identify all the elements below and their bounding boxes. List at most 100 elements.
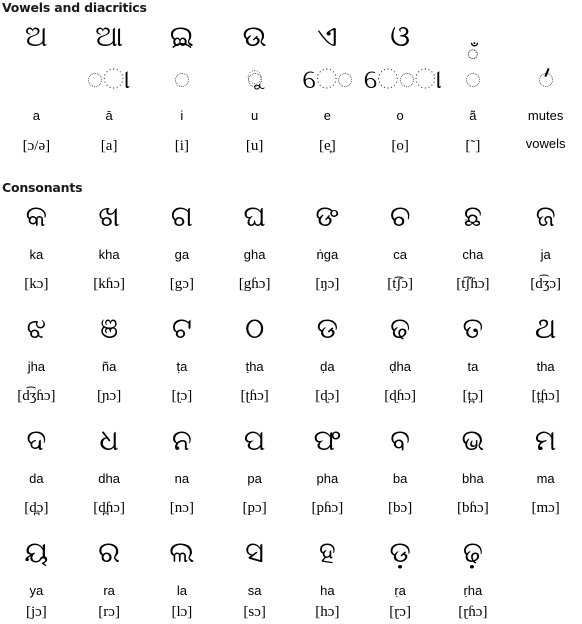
consonant-ipa: [lɔ] [171, 604, 193, 620]
consonant-romanization: tha [536, 359, 555, 374]
consonant-ipa: [d͡ʒɔ] [530, 276, 562, 292]
consonant-ipa: [rɔ] [98, 604, 120, 620]
consonant-letter: ଡ଼ [389, 535, 411, 569]
consonant-romanization-row: ka kha ga gha ṅga ca cha ja [0, 245, 582, 265]
consonant-romanization: bha [462, 471, 484, 486]
consonant-romanization: ṛha [463, 583, 483, 598]
consonant-ipa: [t͡ʃɔ] [387, 276, 414, 292]
vowel-letter: ଓ [390, 19, 411, 53]
consonant-letter: ର [98, 535, 121, 569]
consonant-ipa: [kɔ] [24, 276, 49, 292]
consonant-letter: ଭ [461, 423, 485, 457]
mutes-note: mutes [527, 108, 564, 123]
consonant-romanization: sa [247, 583, 262, 598]
consonant-ipa: [d͡ʒɦɔ] [17, 388, 56, 404]
consonant-romanization: pa [247, 471, 262, 486]
vowel-ipa: [˜] [465, 138, 481, 154]
diacritic-none [0, 57, 73, 101]
consonant-letter-row: ଦ ଧ ନ ପ ଫ ବ ଭ ମ [0, 422, 582, 459]
dotted-circle-icon [338, 58, 353, 102]
consonant-ipa: [pɔ] [242, 500, 267, 516]
diacritic-u: ୁ [218, 57, 291, 101]
dotted-circle-icon [399, 58, 414, 102]
consonant-letter: ମ [534, 423, 557, 457]
consonant-romanization: da [29, 471, 44, 486]
consonant-romanization-row: jha ña ṭa ṭha ḍa ḍha ta tha [0, 357, 582, 377]
consonant-ipa: [bɦɔ] [457, 500, 489, 516]
consonant-letter: ପ [243, 423, 266, 457]
vowel-ipa: [a] [100, 138, 118, 154]
consonant-romanization: ṭa [176, 359, 188, 374]
dotted-circle-icon: ୁ [247, 66, 263, 89]
consonant-ipa: [d̪ɦɔ] [93, 500, 125, 516]
consonant-romanization: ña [101, 359, 117, 374]
consonant-ipa: [ɽɦɔ] [458, 604, 488, 620]
dotted-circle-icon [538, 58, 553, 102]
consonant-ipa: [ɖɔ] [315, 388, 340, 404]
consonant-ipa: [ɽɔ] [389, 604, 411, 620]
consonant-romanization: ba [392, 471, 408, 486]
vowel-ipa: [u] [245, 138, 264, 154]
consonant-letter: ଖ [98, 199, 120, 233]
vowel-ipa: [o] [391, 138, 409, 154]
consonant-ipa: [sɔ] [243, 604, 266, 620]
consonant-letter: ତ [462, 311, 484, 345]
consonant-ipa: [ŋɔ] [315, 276, 340, 292]
diacritic-candrabindu: ँ [437, 43, 510, 102]
consonant-letter: ୟ [24, 535, 49, 569]
vowel-letter: ଆ [95, 19, 124, 53]
consonant-romanization: jha [27, 359, 46, 374]
consonant-letter: ଚ [389, 199, 411, 233]
consonant-romanization: ta [467, 359, 479, 374]
consonant-letter: ନ [171, 423, 192, 457]
consonant-letter: ଫ [313, 423, 342, 457]
consonant-ipa: [t̪ɦɔ] [531, 388, 560, 404]
vowel-ipa: [e̞] [319, 138, 336, 154]
consonant-letter: ଛ [463, 199, 483, 233]
vowel-romanization: u [251, 108, 259, 123]
vowel-letter [509, 18, 582, 55]
consonant-ipa: [pɦɔ] [311, 500, 344, 516]
consonant-ipa: [gɦɔ] [238, 276, 271, 292]
consonant-letter: ହ [318, 535, 336, 569]
consonant-romanization: ca [393, 247, 407, 262]
consonant-romanization: ḍa [320, 359, 335, 374]
consonant-ipa: [jɔ] [25, 604, 47, 620]
vowel-letter: ଏ [317, 19, 338, 53]
consonant-ipa: [t̪ɔ] [462, 388, 484, 404]
consonant-letter: ବ [390, 423, 411, 457]
consonant-letter: ଙ [315, 199, 340, 233]
consonant-letter: ଗ [170, 199, 194, 233]
consonant-romanization: kha [98, 247, 120, 262]
consonant-romanization: ra [103, 583, 115, 598]
vowel-ipa: [i] [174, 138, 189, 154]
vowel-romanization: e [323, 108, 331, 123]
consonant-letter: ସ [245, 535, 265, 569]
consonant-letter: ଧ [99, 423, 119, 457]
consonant-romanization-row: ya ra la sa ha ṛa ṛha [0, 581, 582, 601]
consonant-ipa: [ʈɦɔ] [240, 388, 269, 404]
consonant-letter: ଲ [169, 535, 195, 569]
consonant-ipa: [d̪ɔ] [24, 500, 49, 516]
consonant-romanization-row: da dha na pa pha ba bha ma [0, 469, 582, 489]
consonant-letter: ଡ [316, 311, 339, 345]
dotted-circle-icon [87, 58, 102, 102]
consonant-letter: ଠ [244, 311, 265, 345]
consonant-ipa: [ɲɔ] [97, 388, 122, 404]
consonant-ipa-row: [kɔ] [kɦɔ] [gɔ] [gɦɔ] [ŋɔ] [t͡ʃɔ] [t͡ʃɦɔ… [0, 272, 582, 296]
consonant-ipa-row: [jɔ] [rɔ] [lɔ] [sɔ] [hɔ] [ɽɔ] [ɽɦɔ] [0, 600, 582, 624]
consonant-romanization: dha [98, 471, 120, 486]
vowels-section-header: Vowels and diacritics [2, 0, 147, 15]
consonant-letter: କ [25, 199, 48, 233]
consonant-letter: ଝ [26, 311, 47, 345]
dotted-circle-icon: ⌒ [172, 43, 192, 102]
consonant-letter-row: ୟ ର ଲ ସ ହ ଡ଼ ଢ଼ [0, 534, 582, 571]
diacritic-i: ⌒ [146, 43, 219, 102]
diacritic-aa: ା [73, 57, 146, 101]
consonant-romanization [509, 581, 582, 601]
dotted-circle-icon: ँ [465, 43, 480, 102]
consonant-romanization: ka [29, 247, 44, 262]
vowel-letter: ଅ [24, 19, 48, 53]
consonant-ipa-row: [d̪ɔ] [d̪ɦɔ] [nɔ] [pɔ] [pɦɔ] [bɔ] [bɦɔ] … [0, 496, 582, 520]
vowel-romanization: i [180, 108, 184, 123]
